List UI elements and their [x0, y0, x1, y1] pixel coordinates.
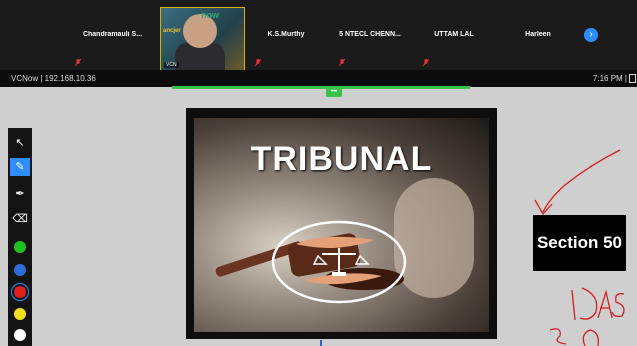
ink-annotations — [534, 149, 625, 346]
cursor-line — [320, 340, 322, 346]
